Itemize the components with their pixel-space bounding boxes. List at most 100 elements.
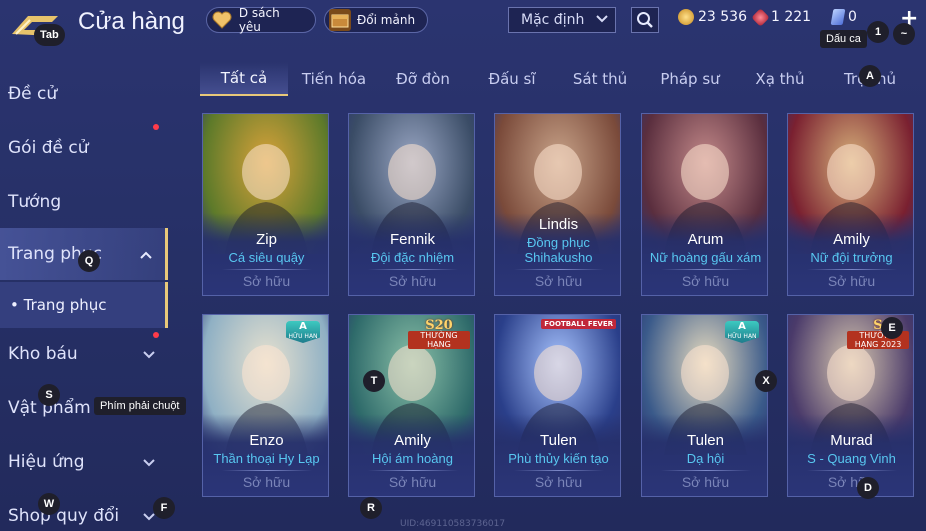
chevron-up-icon (139, 245, 153, 265)
hotkey-r: R (360, 497, 382, 519)
hotkey-tilde: ~ (893, 23, 915, 45)
ruby-currency: 1 221 (751, 7, 811, 27)
skin-name: Hội ám hoàng (372, 451, 453, 466)
gold-currency: 23 536 (678, 9, 747, 25)
divider (806, 269, 897, 270)
user-id: UID:469110583736017 (400, 519, 506, 529)
sidebar-item-exchange-shop[interactable]: Shop quy đổi (0, 490, 168, 531)
skin-card[interactable]: Fennik Đội đặc nhiệm Sở hữu (348, 113, 475, 296)
skin-card[interactable]: A HỮU HẠN Enzo Thần thoại Hy Lạp Sở hữu (202, 314, 329, 497)
hotkey-1: 1 (867, 21, 889, 43)
hero-name: Arum (687, 231, 724, 248)
hotkey-t: T (363, 370, 385, 392)
divider (660, 269, 751, 270)
owned-status: Sở hữu (827, 273, 876, 289)
owned-status: Sở hữu (388, 273, 437, 289)
owned-status: Sở hữu (242, 273, 291, 289)
tab-marksman[interactable]: Xạ thủ (746, 62, 814, 96)
exchange-shards-button[interactable]: Đổi mảnh (324, 7, 428, 33)
sidebar-item-heroes[interactable]: Tướng (0, 176, 168, 228)
owned-status: Sở hữu (534, 273, 583, 289)
hero-name: Tulen (540, 432, 577, 449)
skin-info: Lindis Đồng phục Shihakusho Sở hữu (495, 213, 620, 295)
skin-card[interactable]: Amily Nữ đội trưởng Sở hữu (787, 113, 914, 296)
sidebar-item-label: Gói đề cử (8, 138, 89, 158)
sidebar-item-label: Kho báu (8, 344, 78, 364)
wishlist-label: D sách yêu (238, 6, 280, 34)
sidebar: Đề cử Gói đề cử Tướng Trang phục • Trang… (0, 66, 168, 531)
skin-card[interactable]: A HỮU HẠN Tulen Dạ hội Sở hữu (641, 314, 768, 497)
top-bar: Tab Cửa hàng D sách yêu Đổi mảnh Mặc địn… (0, 0, 926, 50)
skin-card[interactable]: Zip Cá siêu quậy Sở hữu (202, 113, 329, 296)
skin-name: Cá siêu quậy (228, 250, 305, 265)
divider (513, 470, 604, 471)
tab-tank[interactable]: Đỡ đòn (384, 62, 462, 96)
hero-name: Amily (833, 231, 870, 248)
sort-dropdown[interactable]: Mặc định (508, 7, 616, 33)
chevron-down-icon (595, 12, 609, 28)
shard-chest-icon (329, 9, 351, 31)
sidebar-item-recommended-bundle[interactable]: Gói đề cử (0, 122, 168, 174)
tab-all[interactable]: Tất cả (200, 62, 288, 96)
skin-info: Amily Hội ám hoàng Sở hữu (349, 414, 474, 496)
season-rank-badge: S20 THƯỜNG HẠNG (408, 318, 470, 349)
sidebar-item-label: Tướng (8, 192, 62, 212)
owned-status: Sở hữu (681, 474, 730, 490)
divider (221, 269, 312, 270)
gold-amount: 23 536 (698, 9, 747, 25)
search-button[interactable] (631, 7, 659, 33)
hotkey-f: F (153, 497, 175, 519)
skin-card[interactable]: Lindis Đồng phục Shihakusho Sở hữu (494, 113, 621, 296)
hero-name: Zip (256, 231, 277, 248)
hotkey-q: Q (78, 250, 100, 272)
sidebar-subitem-label: • Trang phục (10, 296, 107, 314)
divider (660, 470, 751, 471)
sort-value: Mặc định (521, 12, 585, 28)
sidebar-item-recommended[interactable]: Đề cử (0, 68, 168, 120)
sidebar-subitem-skins[interactable]: • Trang phục (0, 282, 168, 328)
divider (367, 269, 458, 270)
chevron-down-icon (142, 345, 156, 365)
hero-name: Murad (830, 432, 873, 449)
skin-info: Tulen Phù thủy kiến tạo Sở hữu (495, 414, 620, 496)
hotkey-tab: Tab (34, 24, 65, 46)
chevron-down-icon (142, 453, 156, 473)
voucher-amount: 0 (848, 9, 857, 25)
sidebar-item-effects[interactable]: Hiệu ứng (0, 436, 168, 488)
skin-info: Enzo Thần thoại Hy Lạp Sở hữu (203, 414, 328, 496)
wishlist-button[interactable]: D sách yêu (206, 6, 316, 34)
voucher-icon (830, 9, 846, 25)
owned-status: Sở hữu (681, 273, 730, 289)
hotkey-x: X (755, 370, 777, 392)
hero-name: Amily (394, 432, 431, 449)
divider (221, 470, 312, 471)
owned-status: Sở hữu (534, 474, 583, 490)
skin-name: Đồng phục Shihakusho (524, 235, 593, 265)
hotkey-w: W (38, 493, 60, 515)
owned-status: Sở hữu (242, 474, 291, 490)
gold-coin-icon (678, 9, 694, 25)
skin-card[interactable]: S20 THƯỜNG HẠNG Amily Hội ám hoàng Sở hữu (348, 314, 475, 497)
tab-assassin[interactable]: Sát thủ (564, 62, 636, 96)
divider (367, 470, 458, 471)
tooltip-dau-ca: Dấu ca (820, 30, 867, 48)
tab-evolution[interactable]: Tiến hóa (292, 62, 376, 96)
sidebar-item-label: Shop quy đổi (8, 506, 120, 526)
tab-mage[interactable]: Pháp sư (652, 62, 728, 96)
skin-card[interactable]: S THƯỜNG HẠNG 2023 Murad S - Quang Vinh Sở h… (787, 314, 914, 497)
tab-fighter[interactable]: Đấu sĩ (476, 62, 548, 96)
skin-name: Nữ hoàng gấu xám (649, 250, 762, 265)
skin-card[interactable]: Arum Nữ hoàng gấu xám Sở hữu (641, 113, 768, 296)
skin-card[interactable]: FOOTBALL FEVER Tulen Phù thủy kiến tạo Sở h… (494, 314, 621, 497)
hotkey-s: S (38, 384, 60, 406)
skin-info: Zip Cá siêu quậy Sở hữu (203, 213, 328, 295)
hero-name: Tulen (687, 432, 724, 449)
hero-name: Enzo (249, 432, 284, 449)
notification-dot (153, 124, 159, 130)
ruby-icon (751, 7, 770, 27)
page-title: Cửa hàng (78, 8, 185, 35)
sidebar-item-label: Đề cử (8, 84, 58, 104)
sidebar-item-treasure[interactable]: Kho báu (0, 328, 168, 380)
hotkey-e: E (881, 317, 903, 339)
exchange-label: Đổi mảnh (357, 13, 416, 27)
